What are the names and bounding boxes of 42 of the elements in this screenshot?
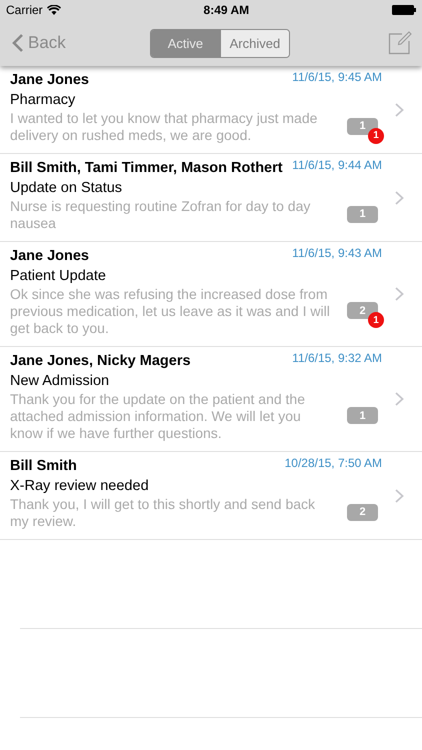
chevron-icon xyxy=(395,392,404,406)
chevron-left-icon xyxy=(12,33,24,53)
carrier-label: Carrier xyxy=(6,3,43,17)
message-row[interactable]: Bill Smith 10/28/15, 7:50 AM X-Ray review needed Thank you, I will get to this shortly and send back my review. 2 xyxy=(0,452,422,540)
unread-badge: 1 xyxy=(368,312,384,328)
chevron-icon xyxy=(395,287,404,301)
count-badge: 1 xyxy=(347,206,378,222)
message-preview: Ok since she was refusing the increased dose from previous medication, let us leave as it was and I will get back to you. xyxy=(10,286,331,337)
chevron-icon xyxy=(395,102,404,116)
message-date: 11/6/15, 9:45 AM xyxy=(292,70,382,84)
message-subject: Pharmacy xyxy=(10,92,76,108)
count-badge: 1 xyxy=(347,407,378,424)
segment-tab[interactable]: Archived xyxy=(220,30,289,56)
message-preview: Nurse is requesting routine Zofran for day to day nausea xyxy=(10,198,312,232)
message-date: 10/28/15, 7:50 AM xyxy=(284,456,382,470)
sender-name: Jane Jones xyxy=(10,248,89,264)
message-preview: Thank you, I will get to this shortly and send back my review. xyxy=(10,496,316,530)
message-row[interactable]: Jane Jones, Nicky Magers 11/6/15, 9:32 AM New Admission Thank you for the update on the patient and the attached admission information. We will let you know if we have further questions. 1 xyxy=(0,347,422,452)
message-subject: Update on Status xyxy=(10,180,124,196)
sender-name: Jane Jones xyxy=(10,72,89,88)
wifi-icon xyxy=(46,5,61,15)
message-preview: Thank you for the update on the patient and the attached admission information. We will let you know if we have further questions. xyxy=(10,391,306,442)
compose-icon[interactable] xyxy=(388,31,412,55)
chevron-icon xyxy=(395,190,404,204)
unread-badge: 1 xyxy=(368,128,384,144)
chevron-icon xyxy=(395,488,404,502)
message-row[interactable]: Bill Smith, Tami Timmer, Mason Rothert 11/6/15, 9:44 AM Update on Status Nurse is requesting routine Zofran for day to day nausea 1 xyxy=(0,154,422,242)
message-date: 11/6/15, 9:32 AM xyxy=(292,351,382,365)
message-row[interactable]: Jane Jones 11/6/15, 9:43 AM Patient Update Ok since she was refusing the increased dose from previous medication, let us leave as it was and I will get back to you. 2 1 xyxy=(0,242,422,347)
sender-name: Bill Smith xyxy=(10,458,77,474)
message-subject: Patient Update xyxy=(10,268,107,284)
status-time: 8:49 AM xyxy=(204,3,250,17)
sender-name: Jane Jones, Nicky Magers xyxy=(10,353,191,369)
message-preview: I wanted to let you know that pharmacy just made delivery on rushed meds, we are good. xyxy=(10,110,318,144)
message-row[interactable]: Jane Jones 11/6/15, 9:45 AM Pharmacy I wanted to let you know that pharmacy just made delivery on rushed meds, we are good. 1 1 xyxy=(0,66,422,154)
message-date: 11/6/15, 9:43 AM xyxy=(292,246,382,260)
message-subject: New Admission xyxy=(10,373,110,389)
count-badge: 2 xyxy=(347,504,378,520)
battery-icon xyxy=(392,5,416,15)
message-subject: X-Ray review needed xyxy=(10,478,150,494)
message-date: 11/6/15, 9:44 AM xyxy=(292,158,382,172)
sender-name: Bill Smith, Tami Timmer, Mason Rothert xyxy=(10,160,283,176)
